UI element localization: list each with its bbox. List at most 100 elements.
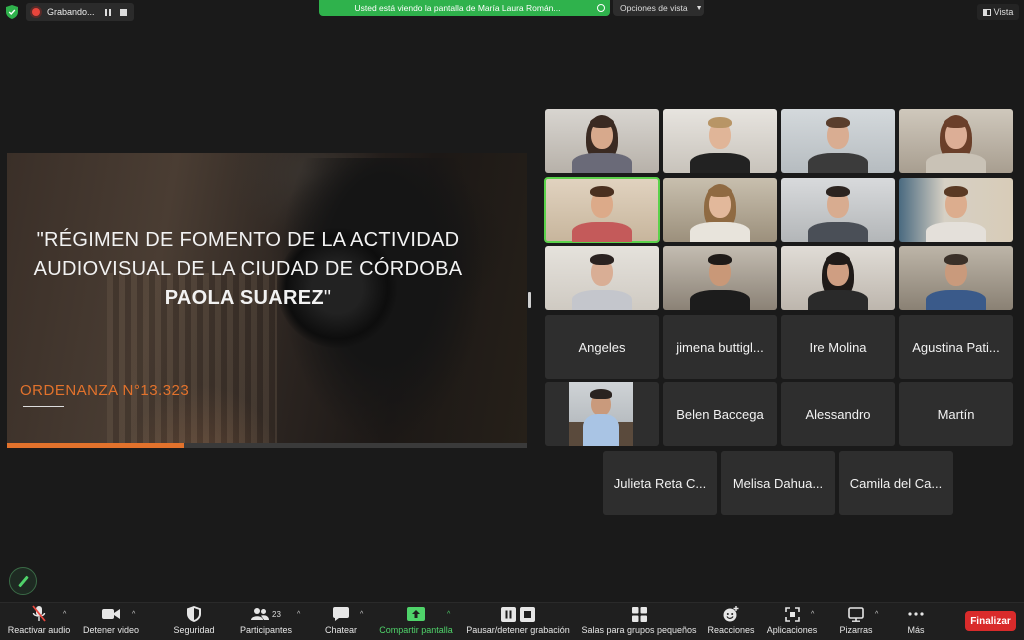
- video-camera-icon: [102, 603, 120, 625]
- slide-title-line-2: AUDIOVISUAL DE LA CIUDAD DE CÓRDOBA: [33, 258, 463, 280]
- participant-tile[interactable]: Julieta Reta C...: [603, 451, 717, 515]
- participant-body: [808, 153, 868, 173]
- stop-recording-icon[interactable]: [119, 8, 127, 16]
- participant-body: [926, 222, 986, 242]
- participant-video-tile[interactable]: [663, 178, 777, 242]
- audio-options-caret-icon[interactable]: ^: [63, 611, 66, 618]
- share-screen-label: Compartir pantalla: [379, 625, 453, 635]
- participant-body: [690, 222, 750, 242]
- annotate-pen-button[interactable]: [9, 567, 37, 595]
- view-button-label: Vista: [993, 7, 1014, 17]
- participant-hair: [590, 254, 614, 265]
- participant-video-tile[interactable]: [899, 109, 1013, 173]
- shield-icon[interactable]: [6, 5, 18, 19]
- gallery-view-icon: [982, 8, 991, 16]
- participant-video-tile[interactable]: [781, 109, 895, 173]
- apps-icon: [784, 603, 800, 625]
- participant-hair: [708, 254, 732, 265]
- slide-speaker-name: PAOLA SUAREZ: [164, 287, 324, 309]
- participant-tile[interactable]: Camila del Ca...: [839, 451, 953, 515]
- shared-screen: "RÉGIMEN DE FOMENTO DE LA ACTIVIDAD AUDI…: [7, 153, 527, 448]
- participant-video-tile[interactable]: [663, 246, 777, 310]
- unmute-label: Reactivar audio: [7, 625, 71, 635]
- whiteboards-button[interactable]: Pizarras: [836, 603, 876, 640]
- split-view-resize-handle[interactable]: [528, 292, 531, 308]
- pause-stop-recording-button[interactable]: Pausar/detener grabación: [464, 603, 572, 640]
- chat-button[interactable]: Chatear: [318, 603, 364, 640]
- participant-video-tile[interactable]: [899, 178, 1013, 242]
- participant-hair: [708, 117, 732, 128]
- view-button[interactable]: Vista: [977, 4, 1019, 20]
- reactions-smiley-icon: [723, 603, 739, 625]
- top-bar: Grabando... Usted está viendo la pantall…: [0, 0, 1024, 24]
- participant-video-tile[interactable]: [781, 178, 895, 242]
- participant-hair: [708, 186, 732, 197]
- chat-options-caret-icon[interactable]: ^: [360, 611, 363, 618]
- participants-label: Participantes: [239, 625, 293, 635]
- share-screen-button[interactable]: Compartir pantalla: [378, 603, 454, 640]
- more-button[interactable]: Más: [900, 603, 932, 640]
- stop-video-button[interactable]: Detener video: [80, 603, 142, 640]
- slide-title-line-3: PAOLA SUAREZ": [7, 284, 489, 313]
- participant-tile[interactable]: Angeles: [545, 315, 659, 379]
- participant-tile[interactable]: Agustina Pati...: [899, 315, 1013, 379]
- zoom-meeting-window: Grabando... Usted está viendo la pantall…: [0, 0, 1024, 640]
- participant-tile[interactable]: jimena buttigl...: [663, 315, 777, 379]
- participant-video-tile[interactable]: [545, 109, 659, 173]
- share-options-caret-icon[interactable]: ^: [447, 611, 450, 618]
- participant-name: Alessandro: [805, 406, 871, 422]
- participant-hair: [826, 117, 850, 128]
- pen-icon: [17, 575, 29, 587]
- view-options-button[interactable]: Opciones de vista ▼: [613, 0, 704, 16]
- stop-video-label: Detener video: [82, 625, 140, 635]
- recording-indicator: Grabando...: [26, 3, 134, 21]
- meeting-controls-toolbar: Reactivar audio ^ Detener video ^ Seguri…: [0, 602, 1024, 640]
- participants-options-caret-icon[interactable]: ^: [297, 611, 300, 618]
- unmute-button[interactable]: Reactivar audio: [6, 603, 72, 640]
- security-label: Seguridad: [173, 625, 215, 635]
- participant-body: [926, 153, 986, 173]
- reactions-label: Reacciones: [707, 625, 755, 635]
- screen-share-banner: Usted está viendo la pantalla de María L…: [319, 0, 610, 16]
- participant-tile[interactable]: Martín: [899, 382, 1013, 446]
- breakout-rooms-button[interactable]: Salas para grupos pequeños: [580, 603, 698, 640]
- pause-stop-recording-label: Pausar/detener grabación: [466, 625, 570, 635]
- participant-video-tile[interactable]: [544, 177, 660, 243]
- participant-video-tile[interactable]: [899, 246, 1013, 310]
- whiteboards-options-caret-icon[interactable]: ^: [875, 611, 878, 618]
- screen-share-banner-text: Usted está viendo la pantalla de María L…: [354, 3, 561, 13]
- participant-hair: [826, 254, 850, 265]
- security-button[interactable]: Seguridad: [168, 603, 220, 640]
- participant-name: Martín: [937, 406, 975, 422]
- chevron-down-icon: ▼: [695, 4, 703, 12]
- video-options-caret-icon[interactable]: ^: [132, 611, 135, 618]
- participant-body: [926, 290, 986, 310]
- participant-hair: [944, 117, 968, 128]
- participant-tile[interactable]: Alessandro: [781, 382, 895, 446]
- recording-dot-icon: [32, 8, 40, 16]
- pause-recording-icon[interactable]: [104, 8, 111, 16]
- pause-stop-recording-icon: [501, 603, 535, 625]
- participant-video-tile[interactable]: [545, 246, 659, 310]
- participant-tile[interactable]: Melisa Dahua...: [721, 451, 835, 515]
- slide-title-line-1: "RÉGIMEN DE FOMENTO DE LA ACTIVIDAD: [36, 229, 460, 251]
- participant-video-tile[interactable]: [663, 109, 777, 173]
- apps-options-caret-icon[interactable]: ^: [811, 611, 814, 618]
- participant-name: Angeles: [578, 339, 626, 355]
- participant-video-tile[interactable]: [781, 246, 895, 310]
- end-meeting-button[interactable]: Finalizar: [965, 611, 1016, 631]
- participant-tile[interactable]: Ire Molina: [781, 315, 895, 379]
- slide-underline: [23, 406, 64, 407]
- participant-hair: [590, 186, 614, 197]
- participant-name: jimena buttigl...: [676, 339, 764, 355]
- whiteboards-label: Pizarras: [839, 625, 873, 635]
- breakout-rooms-label: Salas para grupos pequeños: [581, 625, 697, 635]
- participant-tile[interactable]: Belen Baccega: [663, 382, 777, 446]
- apps-button[interactable]: Aplicaciones: [764, 603, 820, 640]
- participants-count: 23: [272, 609, 281, 619]
- reactions-button[interactable]: Reacciones: [705, 603, 757, 640]
- participant-name: Belen Baccega: [676, 406, 764, 422]
- participant-name: Agustina Pati...: [912, 339, 1000, 355]
- participants-button[interactable]: 23 Participantes: [236, 603, 296, 640]
- participant-name: Melisa Dahua...: [732, 475, 824, 491]
